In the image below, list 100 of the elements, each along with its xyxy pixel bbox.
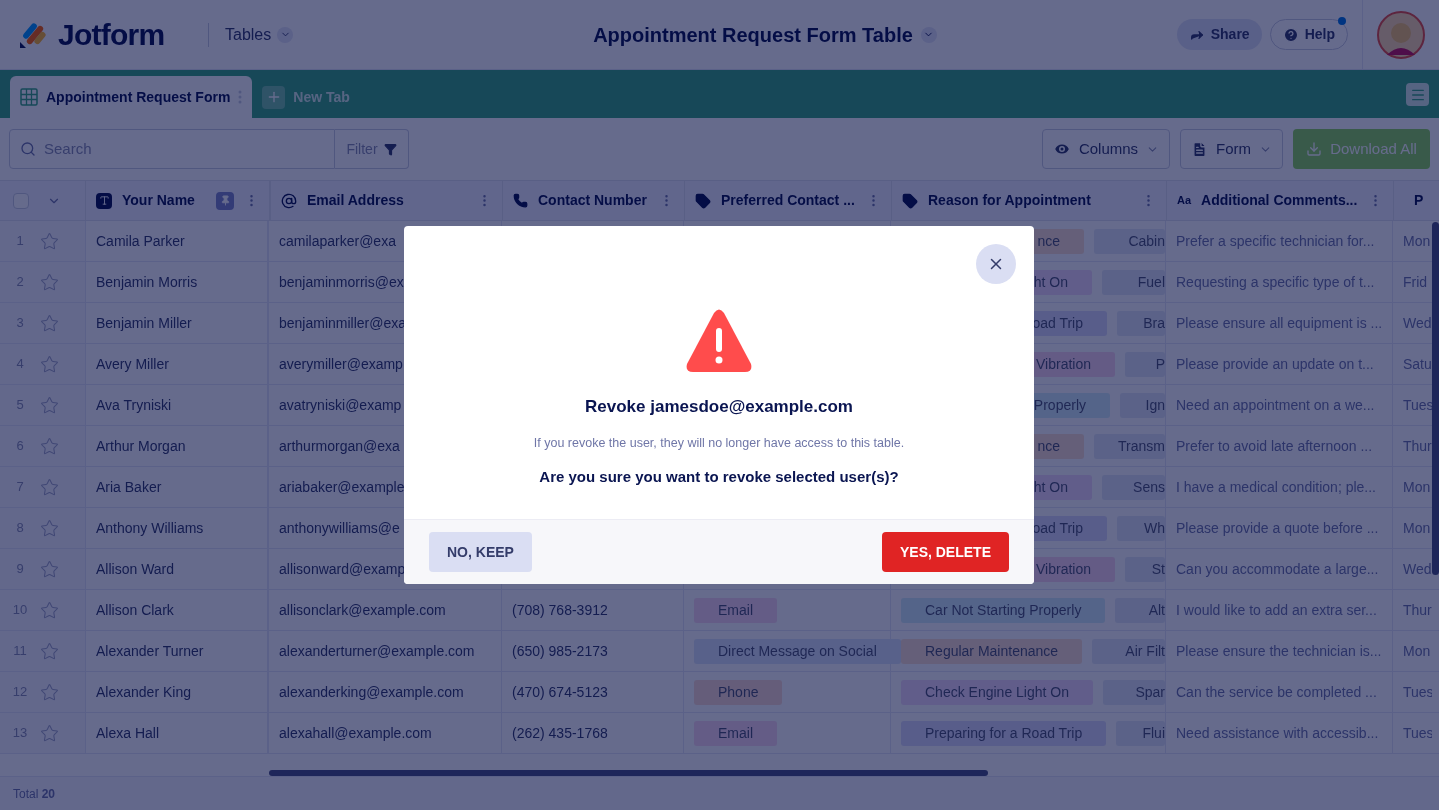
phone-icon <box>513 193 528 208</box>
product-switcher[interactable]: Tables <box>225 22 294 47</box>
download-icon <box>1306 141 1323 157</box>
phone-cell-text: (650) 985-2173 <box>512 641 608 661</box>
column-header[interactable]: Reason for Appointment <box>928 190 1131 211</box>
date-cell-text: Satu <box>1403 354 1432 374</box>
close-button[interactable] <box>976 244 1016 284</box>
name-cell-text: Aria Baker <box>96 477 162 497</box>
date-cell-text: Wed <box>1403 313 1432 333</box>
email-cell-text: averymiller@examp <box>279 354 403 374</box>
form-button[interactable]: Form <box>1180 129 1283 169</box>
column-header[interactable]: Your Name <box>122 190 206 211</box>
column-header[interactable]: Contact Number <box>538 190 649 211</box>
tag-chip: P <box>1125 351 1165 377</box>
star-icon[interactable] <box>40 436 59 456</box>
date-cell-text: Thur <box>1403 436 1432 456</box>
columns-button[interactable]: Columns <box>1042 129 1170 169</box>
tag-chip: Flui <box>1116 720 1165 746</box>
grid-icon <box>20 88 38 106</box>
phone-cell-text: (262) 435-1768 <box>512 723 608 743</box>
long-text-type-icon: Aa <box>1177 192 1192 209</box>
star-icon[interactable] <box>40 518 59 538</box>
dialog-question: Are you sure you want to revoke selected user(s)? <box>539 467 899 488</box>
star-icon[interactable] <box>40 313 59 333</box>
email-cell-text: ariabaker@example <box>279 477 405 497</box>
menu-button[interactable] <box>1406 83 1429 106</box>
comment-cell-text: Requesting a specific type of t... <box>1176 272 1375 292</box>
comment-cell-text: Please provide a quote before ... <box>1176 518 1379 538</box>
column-header[interactable]: Preferred Contact ... <box>721 190 856 211</box>
comment-cell-text: Need assistance with accessib... <box>1176 723 1379 743</box>
tag-chip: Bra <box>1117 310 1165 336</box>
comment-cell-text: Can you accommodate a large... <box>1176 559 1379 579</box>
comment-cell-text: Prefer to avoid late afternoon ... <box>1176 436 1373 456</box>
star-icon[interactable] <box>40 600 59 620</box>
table-title[interactable]: Appointment Request Form Table <box>593 19 913 50</box>
vertical-scrollbar[interactable] <box>1432 222 1439 575</box>
star-icon[interactable] <box>40 477 59 497</box>
date-cell-text: Wed <box>1403 559 1432 579</box>
tag-chip: Preparing for a Road Trip <box>901 720 1107 746</box>
name-cell-text: Alexa Hall <box>96 723 160 743</box>
table-tab[interactable]: Appointment Request Form <box>10 76 253 118</box>
comment-cell-text: Need an appointment on a we... <box>1176 395 1375 415</box>
comment-cell-text: Please provide an update on t... <box>1176 354 1374 374</box>
email-cell-text: allisonclark@example.com <box>279 600 446 620</box>
comment-cell-text: Can the service be completed ... <box>1176 682 1377 702</box>
filter-icon <box>383 142 397 156</box>
tag-icon <box>695 192 711 209</box>
comment-cell-text: Please ensure the technician is... <box>1176 641 1382 661</box>
tag-chip: Email <box>694 720 777 746</box>
tag-chip: Regular Maintenance <box>901 638 1083 664</box>
share-button[interactable]: Share <box>1176 19 1262 50</box>
email-cell-text: arthurmorgan@exa <box>279 436 400 456</box>
date-cell-text: Thur <box>1403 600 1432 620</box>
star-icon[interactable] <box>40 272 59 292</box>
star-icon[interactable] <box>40 723 59 743</box>
date-cell-text: Mon <box>1403 477 1431 497</box>
horizontal-scrollbar[interactable] <box>269 770 988 776</box>
name-cell-text: Ava Tryniski <box>96 395 172 415</box>
tag-chip: Phone <box>694 679 783 705</box>
email-cell-text: avatryniski@examp <box>279 395 402 415</box>
comment-cell-text: Prefer a specific technician for... <box>1176 231 1375 251</box>
name-cell-text: Arthur Morgan <box>96 436 186 456</box>
tag-chip: Cabin <box>1094 228 1165 254</box>
column-header[interactable]: Additional Comments... <box>1201 190 1358 211</box>
tag-icon <box>902 192 918 209</box>
email-cell-text: benjaminmorris@ex <box>279 272 404 292</box>
confirm-delete-button[interactable]: YES, DELETE <box>881 532 1009 572</box>
pin-icon[interactable] <box>216 191 234 210</box>
tag-chip: Car Not Starting Properly <box>901 597 1106 623</box>
tag-chip: Fuel <box>1102 269 1165 295</box>
star-icon[interactable] <box>40 354 59 374</box>
text-type-icon <box>96 192 112 209</box>
cancel-button[interactable]: NO, KEEP <box>429 532 532 572</box>
email-cell-text: anthonywilliams@e <box>279 518 400 538</box>
name-cell-text: Alexander Turner <box>96 641 204 661</box>
tag-chip: Ign <box>1120 392 1165 418</box>
star-icon[interactable] <box>40 682 59 702</box>
star-icon[interactable] <box>40 559 59 579</box>
tag-chip: Sens <box>1102 474 1165 500</box>
email-cell-text: alexanderking@example.com <box>279 682 464 702</box>
star-icon[interactable] <box>40 395 59 415</box>
warning-icon <box>685 308 753 374</box>
pin-glyph-icon <box>219 195 231 206</box>
star-icon[interactable] <box>40 231 59 251</box>
avatar[interactable] <box>1377 10 1425 59</box>
tag-chip: Email <box>694 597 777 623</box>
star-icon[interactable] <box>40 641 59 661</box>
comment-cell-text: Please ensure all equipment is ... <box>1176 313 1383 333</box>
name-cell-text: Benjamin Miller <box>96 313 192 333</box>
document-icon <box>1191 140 1208 158</box>
column-header[interactable]: Email Address <box>307 190 467 211</box>
date-cell-text: Frid <box>1403 272 1428 292</box>
column-header[interactable]: P <box>1414 190 1424 211</box>
help-icon <box>1282 26 1299 43</box>
tag-chip: St <box>1125 556 1165 582</box>
name-cell-text: Benjamin Morris <box>96 272 198 292</box>
name-cell-text: Camila Parker <box>96 231 185 251</box>
logo-wordmark[interactable]: Jotform <box>58 12 165 57</box>
phone-cell-text: (708) 768-3912 <box>512 600 608 620</box>
chevron-down-icon[interactable] <box>920 26 937 43</box>
